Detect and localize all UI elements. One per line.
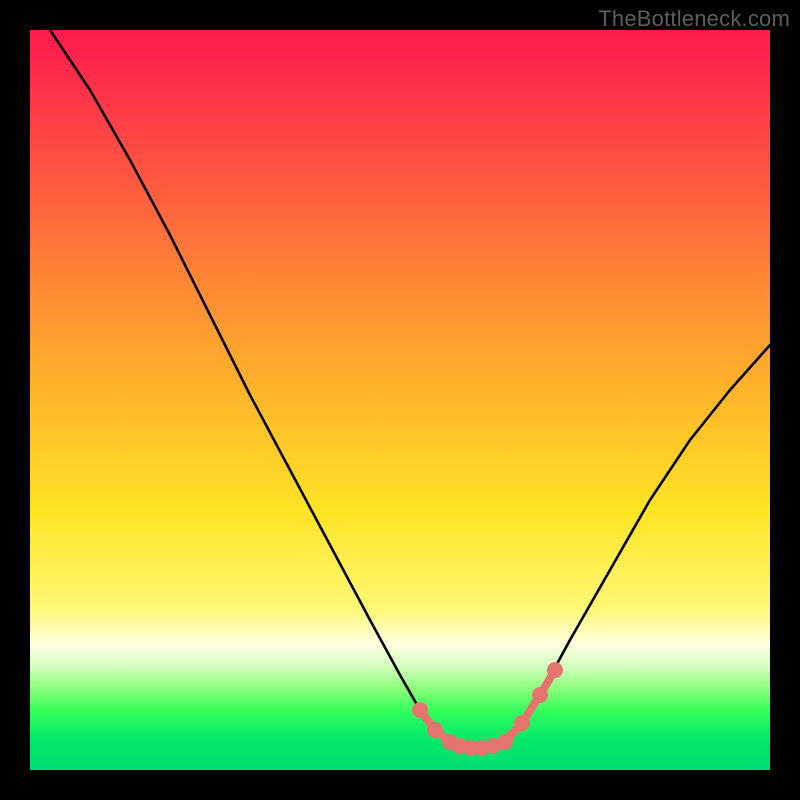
chart-frame: TheBottleneck.com	[0, 0, 800, 800]
optimal-region-marker	[532, 687, 548, 703]
bottleneck-curve	[50, 30, 770, 748]
optimal-region-markers	[412, 662, 563, 756]
chart-overlay	[30, 30, 770, 770]
optimal-region-line	[420, 670, 555, 748]
optimal-region-marker	[497, 734, 513, 750]
optimal-region-marker	[427, 722, 443, 738]
optimal-region-marker	[514, 715, 530, 731]
optimal-region-marker	[412, 702, 428, 718]
watermark: TheBottleneck.com	[598, 6, 790, 32]
optimal-region-marker	[547, 662, 563, 678]
